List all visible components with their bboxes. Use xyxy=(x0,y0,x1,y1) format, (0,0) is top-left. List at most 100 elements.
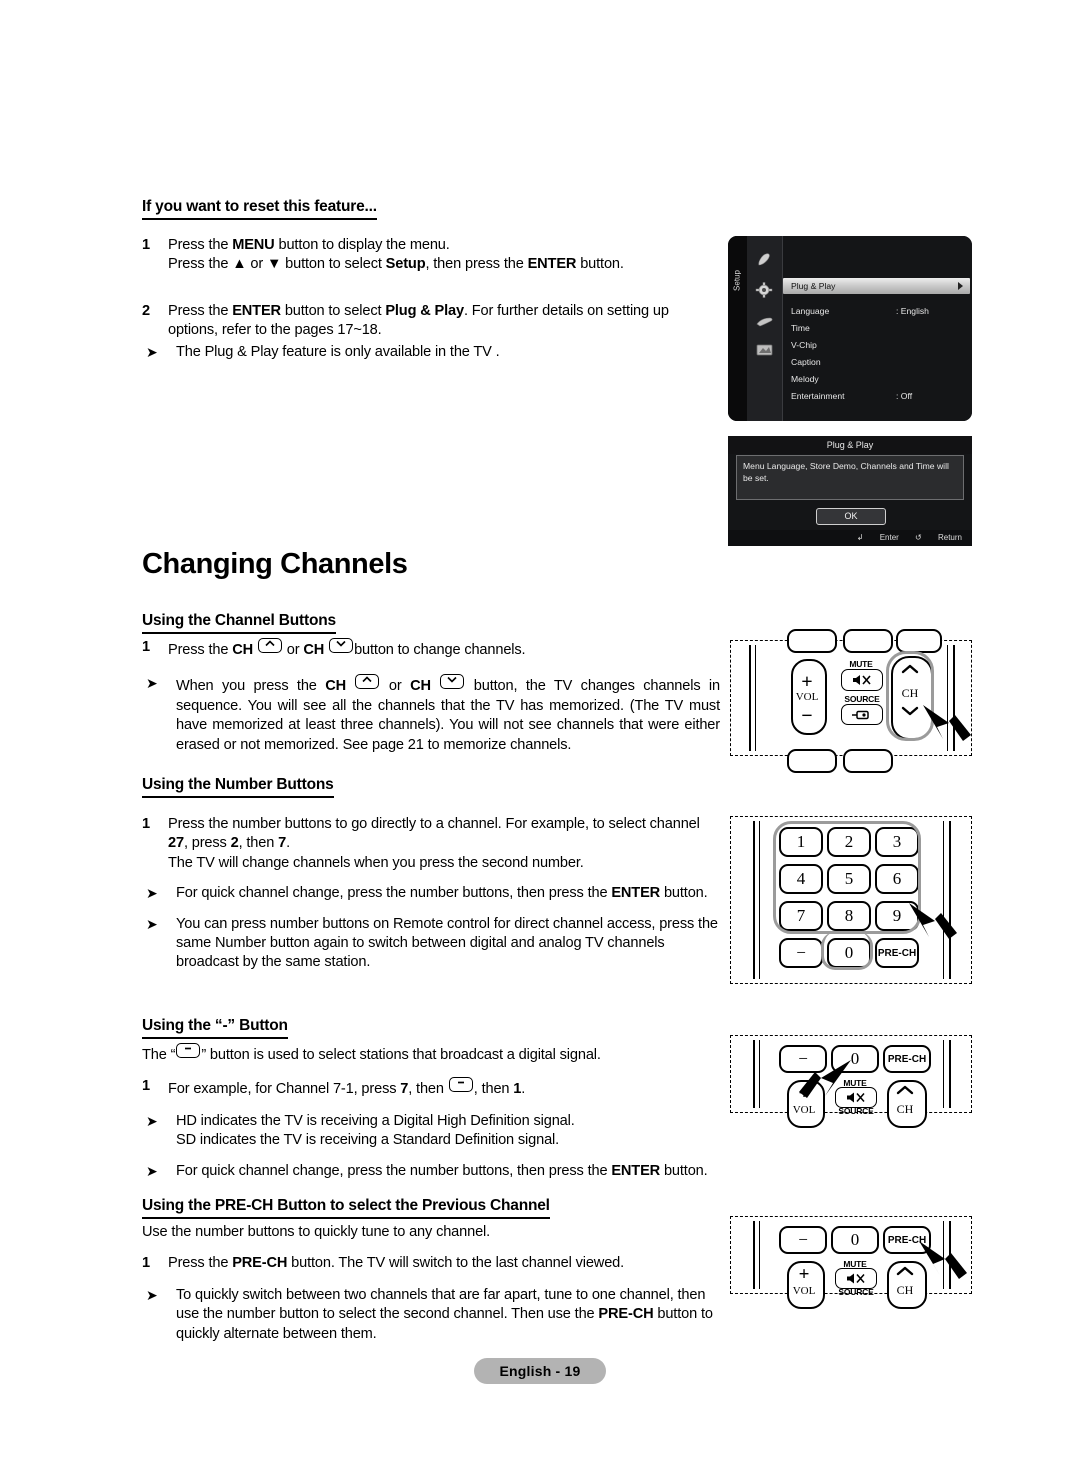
sound-icon[interactable] xyxy=(754,314,775,330)
note-text: HD indicates the TV is receiving a Digit… xyxy=(176,1112,720,1151)
chevron-right-icon xyxy=(958,282,963,290)
minus-button[interactable]: − xyxy=(779,938,823,968)
digit-button-0[interactable]: 0 xyxy=(831,1226,879,1254)
osd-item-language[interactable]: Language : English xyxy=(791,303,966,319)
text: button. The TV will switch to the last c… xyxy=(287,1255,625,1272)
tv-setup-menu: Setup Plug & Play Language : English Tim… xyxy=(728,236,972,421)
page-footer: English - 19 xyxy=(0,1358,1080,1384)
enter-button-name: ENTER xyxy=(611,885,661,902)
ch-label: CH xyxy=(232,642,253,658)
input-icon[interactable] xyxy=(754,342,775,358)
text: button. xyxy=(660,885,708,902)
pointer-arrow-icon xyxy=(917,1239,975,1290)
text: button. xyxy=(660,1162,708,1179)
prech-button[interactable]: PRE-CH xyxy=(883,1045,931,1073)
prech-intro: Use the number buttons to quickly tune t… xyxy=(142,1224,491,1240)
section-heading-number-buttons: Using the Number Buttons xyxy=(142,776,334,798)
osd-tab-label: Setup xyxy=(732,270,742,291)
minus-key-icon xyxy=(176,1043,201,1058)
step-number: 2 xyxy=(142,303,150,319)
enter-hint-label: Enter xyxy=(879,533,899,542)
note-text: You can press number buttons on Remote c… xyxy=(176,915,718,971)
text: button. xyxy=(576,256,624,273)
list-item: 1 Press the PRE-CH button. The TV will s… xyxy=(142,1254,720,1273)
volume-down-label: − xyxy=(801,705,813,727)
text: For quick channel change, press the numb… xyxy=(176,885,612,902)
text: Button to select the Previous Channel xyxy=(273,1197,550,1214)
digit-button-5[interactable]: 5 xyxy=(827,864,871,894)
text: For quick channel change, press the numb… xyxy=(176,1162,612,1179)
note-item: ➤ To quickly switch between two channels… xyxy=(142,1286,720,1344)
digit-button-1[interactable]: 1 xyxy=(779,827,823,857)
remote-diagram-minus-button: − 0 PRE-CH + VOL MUTE SOURCE CH xyxy=(730,1035,972,1128)
osd-selected-item-plug-and-play[interactable]: Plug & Play xyxy=(783,278,970,294)
return-hint-label: Return xyxy=(937,533,962,542)
step-text: Press the CH or CH button to change chan… xyxy=(168,638,720,660)
mute-button[interactable] xyxy=(841,669,883,691)
digit-button-0[interactable]: 0 xyxy=(827,938,871,968)
step-text: Press the number buttons to go directly … xyxy=(168,815,720,873)
remote-diagram-prech-button: − 0 PRE-CH + VOL MUTE SOURCE CH xyxy=(730,1216,975,1309)
mute-label: MUTE xyxy=(849,659,873,669)
osd-item-label: Plug & Play xyxy=(791,281,836,291)
osd-item-time[interactable]: Time xyxy=(791,320,966,336)
text: button to change channels. xyxy=(354,642,526,658)
digit-button-7[interactable]: 7 xyxy=(779,901,823,931)
bullet-arrow-icon: ➤ xyxy=(146,1286,158,1303)
text: button to display the menu. xyxy=(274,237,450,253)
picture-icon[interactable] xyxy=(754,252,775,268)
step-number: 1 xyxy=(142,1255,150,1272)
text: Press the ▲ or ▼ button to select xyxy=(168,256,386,273)
osd-item-caption[interactable]: Caption xyxy=(791,354,966,370)
text: The TV will change channels when you pre… xyxy=(168,854,584,871)
step-number: 1 xyxy=(142,1078,150,1095)
text: or xyxy=(282,642,304,658)
note-text: To quickly switch between two channels t… xyxy=(176,1286,720,1344)
osd-item-vchip[interactable]: V-Chip xyxy=(791,337,966,353)
digit-button-3[interactable]: 3 xyxy=(875,827,919,857)
digit: 2 xyxy=(230,835,239,852)
return-hint: ↺ Return xyxy=(915,533,962,542)
manual-page: If you want to reset this feature... 1 P… xyxy=(0,0,1080,1474)
minus-intro: The “ ” button is used to select stations… xyxy=(142,1043,720,1065)
text: , then xyxy=(473,1081,514,1098)
digit-button-6[interactable]: 6 xyxy=(875,864,919,894)
page-title: Changing Channels xyxy=(142,548,408,580)
setup-gear-icon[interactable] xyxy=(754,282,775,298)
digit-button-8[interactable]: 8 xyxy=(827,901,871,931)
note-text: For quick channel change, press the numb… xyxy=(176,1162,720,1181)
text: SD indicates the TV is receiving a Stand… xyxy=(176,1132,560,1149)
page-number-badge: English - 19 xyxy=(473,1358,607,1384)
step-number: 1 xyxy=(142,237,150,253)
step-text: Press the PRE-CH button. The TV will swi… xyxy=(168,1254,720,1273)
ch-up-key-icon xyxy=(257,638,282,653)
mute-button[interactable] xyxy=(835,1268,877,1289)
section-heading-prech: Using the PRE-CH Button to select the Pr… xyxy=(142,1197,550,1219)
text: Press the xyxy=(168,303,233,319)
partial-button-top xyxy=(843,629,893,653)
ok-button[interactable]: OK xyxy=(816,508,886,525)
text: , then press the xyxy=(425,256,528,273)
pointer-arrow-icon xyxy=(921,701,981,754)
source-button[interactable] xyxy=(841,704,883,725)
digit-button-4[interactable]: 4 xyxy=(779,864,823,894)
digit-button-2[interactable]: 2 xyxy=(827,827,871,857)
osd-item-melody[interactable]: Melody xyxy=(791,371,966,387)
enter-button-name: ENTER xyxy=(232,303,281,319)
osd-item-label: V-Chip xyxy=(791,340,817,350)
text: ” button is used to select stations that… xyxy=(201,1047,601,1063)
step-text: Press the ENTER button to select Plug & … xyxy=(168,302,702,341)
osd-item-entertainment[interactable]: Entertainment : Off xyxy=(791,388,966,404)
ch-down-key-icon xyxy=(440,674,465,690)
minus-button[interactable]: − xyxy=(779,1226,827,1254)
osd-list: Plug & Play Language : English Time V-Ch… xyxy=(783,236,972,421)
osd-item-label: Language xyxy=(791,306,830,316)
bullet-arrow-icon: ➤ xyxy=(146,1112,158,1129)
text: Press the xyxy=(168,1255,233,1272)
bullet-arrow-icon: ➤ xyxy=(146,915,158,932)
ch-label: CH xyxy=(325,678,346,695)
bullet-arrow-icon: ➤ xyxy=(146,675,158,692)
step-text: Press the MENU button to display the men… xyxy=(168,236,702,275)
bullet-arrow-icon: ➤ xyxy=(146,885,158,902)
text: button to select xyxy=(280,303,386,319)
